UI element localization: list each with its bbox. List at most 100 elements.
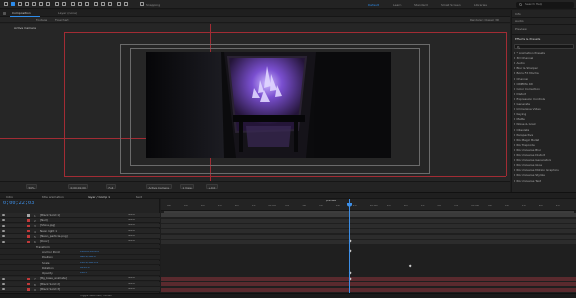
visibility-eye-icon[interactable] (2, 214, 5, 217)
expand-triangle-icon[interactable] (514, 72, 515, 75)
layer-name[interactable]: [Shine.jpg] (40, 224, 55, 227)
tab-footage[interactable]: Footage (36, 19, 47, 22)
effects-category-item[interactable]: RG Universe Glow (514, 164, 542, 167)
layer-name[interactable]: [Black Solid 3] (40, 288, 60, 291)
layer-duration-bar[interactable] (161, 234, 576, 239)
property-name[interactable]: Anchor Point (42, 251, 60, 254)
rectangle-tool-icon[interactable] (71, 2, 75, 6)
layer-duration-bar[interactable] (161, 213, 576, 218)
expand-triangle-icon[interactable] (514, 169, 515, 172)
layer-duration-bar[interactable] (161, 287, 576, 292)
hand-tool-icon[interactable] (18, 2, 22, 6)
property-row[interactable]: Anchor Point 1000.0,1024.0 (0, 250, 160, 255)
layer-row[interactable]: 6 [Door] None (0, 239, 160, 244)
expand-triangle-icon[interactable] (514, 128, 515, 131)
parent-dropdown[interactable]: None (128, 240, 135, 243)
brush-tool-icon[interactable] (94, 2, 98, 6)
parent-dropdown[interactable]: None (128, 277, 135, 280)
layer-row[interactable]: 4 Neon light 1 None (0, 228, 160, 234)
exposure-value[interactable]: +0.0 (206, 184, 218, 190)
pen-tool-icon[interactable] (78, 2, 82, 6)
effects-category-item[interactable]: RG Universe Text (514, 179, 541, 183)
effects-category-item[interactable]: Expression Controls (514, 97, 545, 101)
pan-tool-icon[interactable] (39, 2, 43, 6)
layer-name[interactable]: Neon light 1 (40, 230, 57, 233)
effects-category-item[interactable]: Noise & Grain (514, 123, 536, 126)
parent-dropdown[interactable]: None (128, 283, 135, 286)
effects-category-item[interactable]: Matte (514, 118, 525, 121)
zoom-tool-icon[interactable] (25, 2, 29, 6)
view-layout-dropdown[interactable]: 1 View (180, 184, 195, 190)
effects-category-item[interactable]: RG Universe Blur (514, 148, 541, 152)
label-color-swatch[interactable] (27, 224, 30, 228)
orbit-tool-icon[interactable] (32, 2, 36, 6)
playhead[interactable] (349, 199, 350, 298)
view-dropdown[interactable]: Active Camera (146, 184, 172, 190)
layer-duration-bar[interactable] (161, 282, 576, 287)
expand-triangle-icon[interactable] (514, 57, 515, 60)
property-value[interactable]: 100.0,100.0% (80, 262, 98, 265)
panel-preview-header[interactable]: Preview (515, 27, 527, 31)
workspace-learn[interactable]: Learn (393, 3, 401, 7)
expand-triangle-icon[interactable] (514, 92, 515, 95)
parent-dropdown[interactable]: None (128, 224, 135, 227)
tab-layer[interactable]: Layer (none) (58, 12, 77, 15)
property-name[interactable]: Position (42, 256, 53, 259)
layer-row[interactable]: 3 [Shine.jpg] None (0, 223, 160, 228)
expand-triangle-icon[interactable] (514, 108, 515, 111)
layer-row[interactable]: 5 [Neon_particle.png] None (0, 234, 160, 239)
expand-triangle-icon[interactable] (514, 143, 515, 146)
effects-category-item[interactable]: Distort (514, 92, 526, 96)
puppet-tool-icon[interactable] (124, 2, 128, 6)
help-search-field[interactable]: Search Help (516, 1, 574, 8)
visibility-eye-icon[interactable] (2, 224, 5, 227)
layer-duration-bar[interactable] (161, 229, 576, 234)
expand-triangle-icon[interactable] (514, 87, 515, 90)
selection-tool-icon[interactable] (11, 2, 15, 6)
label-color-swatch[interactable] (27, 283, 30, 286)
dolly-tool-icon[interactable] (46, 2, 50, 6)
type-tool-icon[interactable] (85, 2, 89, 6)
layer-name[interactable]: [Bg_base_animate] (40, 277, 67, 280)
pan-behind-tool-icon[interactable] (62, 2, 66, 6)
property-row[interactable]: Scale 100.0,100.0% (0, 260, 160, 266)
effects-search-field[interactable] (514, 44, 574, 49)
expand-triangle-icon[interactable] (514, 67, 515, 70)
label-color-swatch[interactable] (27, 277, 30, 281)
expand-triangle-icon[interactable] (514, 164, 515, 167)
property-value[interactable]: 1000.0,1024.0 (80, 251, 99, 254)
effects-category-item[interactable]: Immersive Video (514, 108, 541, 111)
effects-category-item[interactable]: * Animation Presets (514, 52, 545, 55)
eraser-tool-icon[interactable] (108, 2, 112, 6)
clone-stamp-tool-icon[interactable] (101, 2, 105, 6)
layer-name[interactable]: [Black Solid 2] (40, 283, 60, 286)
timeline-timecode[interactable]: 0;00;22;03 (3, 201, 34, 206)
visibility-eye-icon[interactable] (2, 288, 5, 291)
label-color-swatch[interactable] (27, 288, 30, 291)
layer-row[interactable]: 7 [Bg_base_animate] None (0, 276, 160, 281)
effects-category-item[interactable]: 3D Channel (514, 57, 533, 60)
layer-duration-bar[interactable] (161, 224, 576, 228)
effects-category-item[interactable]: Audio (514, 62, 525, 65)
expand-triangle-icon[interactable] (514, 159, 515, 162)
property-row[interactable]: Rotation 0x+0.0° (0, 266, 160, 271)
workspace-default[interactable]: Default (368, 3, 379, 7)
parent-dropdown[interactable]: None (128, 230, 135, 233)
workspace-libraries[interactable]: Libraries (474, 3, 487, 7)
layer-name[interactable]: [Black Solid 1] (40, 214, 60, 217)
effects-category-item[interactable]: Perspective (514, 133, 533, 137)
label-color-swatch[interactable] (27, 240, 30, 244)
visibility-eye-icon[interactable] (2, 240, 5, 243)
resolution-dropdown[interactable]: Full (106, 184, 116, 190)
property-row[interactable]: Transform (0, 244, 160, 250)
effects-category-item[interactable]: Color Correction (514, 87, 540, 91)
effects-category-item[interactable]: Obsolete (514, 128, 529, 132)
expand-triangle-icon[interactable] (514, 174, 515, 177)
property-row[interactable]: Opacity 100% (0, 271, 160, 276)
tab-flowchart[interactable]: Flowchart (55, 19, 69, 22)
visibility-eye-icon[interactable] (2, 283, 5, 286)
property-row[interactable]: Position 960.0,540.0 (0, 255, 160, 261)
effects-category-item[interactable]: RG Universe Stylize (514, 174, 545, 177)
lock-icon[interactable] (3, 12, 6, 15)
layer-row[interactable]: 9 [Black Solid 3] None (0, 287, 160, 292)
